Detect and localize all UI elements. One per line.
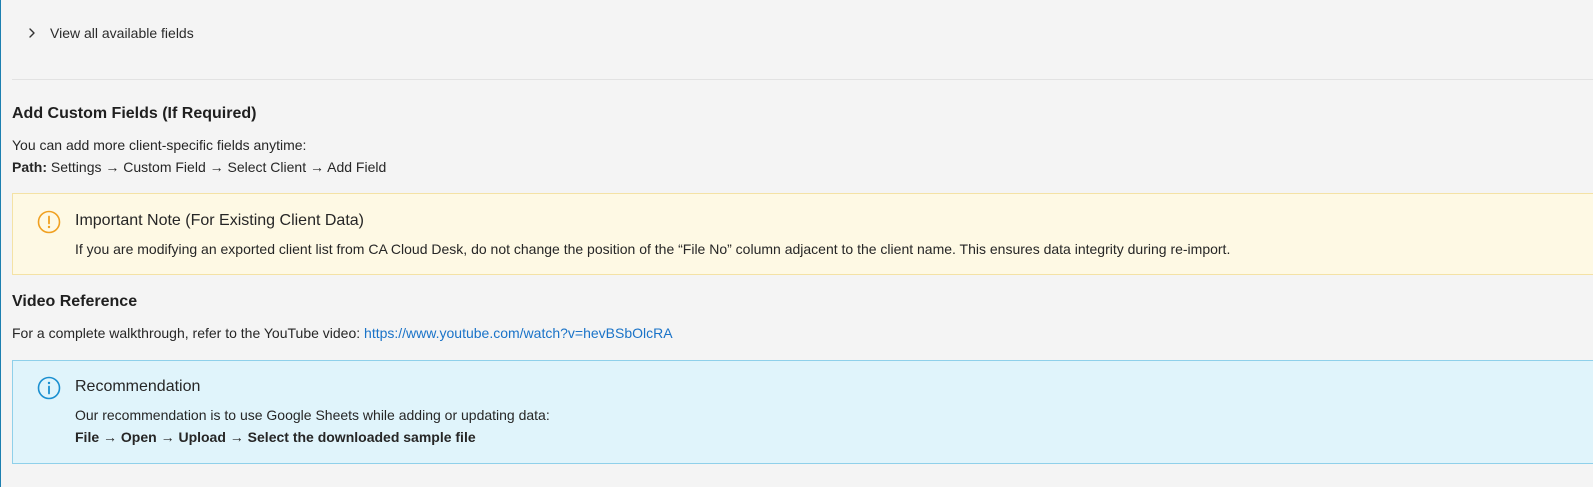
important-note-text: If you are modifying an exported client … [75, 241, 1231, 257]
recommendation-text: Our recommendation is to use Google Shee… [75, 407, 550, 423]
chevron-right-icon [29, 28, 35, 38]
recommendation-title: Recommendation [75, 378, 201, 395]
exclamation-circle-icon [37, 210, 61, 234]
youtube-link[interactable]: https://www.youtube.com/watch?v=hevBSbOl… [364, 325, 673, 341]
video-reference-heading: Video Reference [12, 293, 138, 310]
video-reference-text: For a complete walkthrough, refer to the… [12, 325, 673, 341]
path-label: Path: [12, 159, 47, 175]
info-circle-icon [37, 376, 61, 400]
custom-fields-intro: You can add more client-specific fields … [12, 137, 307, 153]
important-note-callout: Important Note (For Existing Client Data… [12, 193, 1593, 275]
path-value: Settings → Custom Field → Select Client … [50, 159, 387, 175]
left-border [0, 0, 1, 487]
view-all-fields-label: View all available fields [50, 25, 194, 41]
recommendation-callout: Recommendation Our recommendation is to … [12, 360, 1593, 464]
custom-fields-path: Path: Settings → Custom Field → Select C… [12, 159, 386, 175]
section-divider [12, 79, 1593, 80]
custom-fields-heading: Add Custom Fields (If Required) [12, 105, 257, 122]
view-all-fields-toggle[interactable]: View all available fields [26, 22, 194, 44]
video-reference-intro: For a complete walkthrough, refer to the… [12, 325, 361, 341]
important-note-title: Important Note (For Existing Client Data… [75, 212, 364, 229]
recommendation-steps: File → Open → Upload → Select the downlo… [75, 429, 476, 445]
